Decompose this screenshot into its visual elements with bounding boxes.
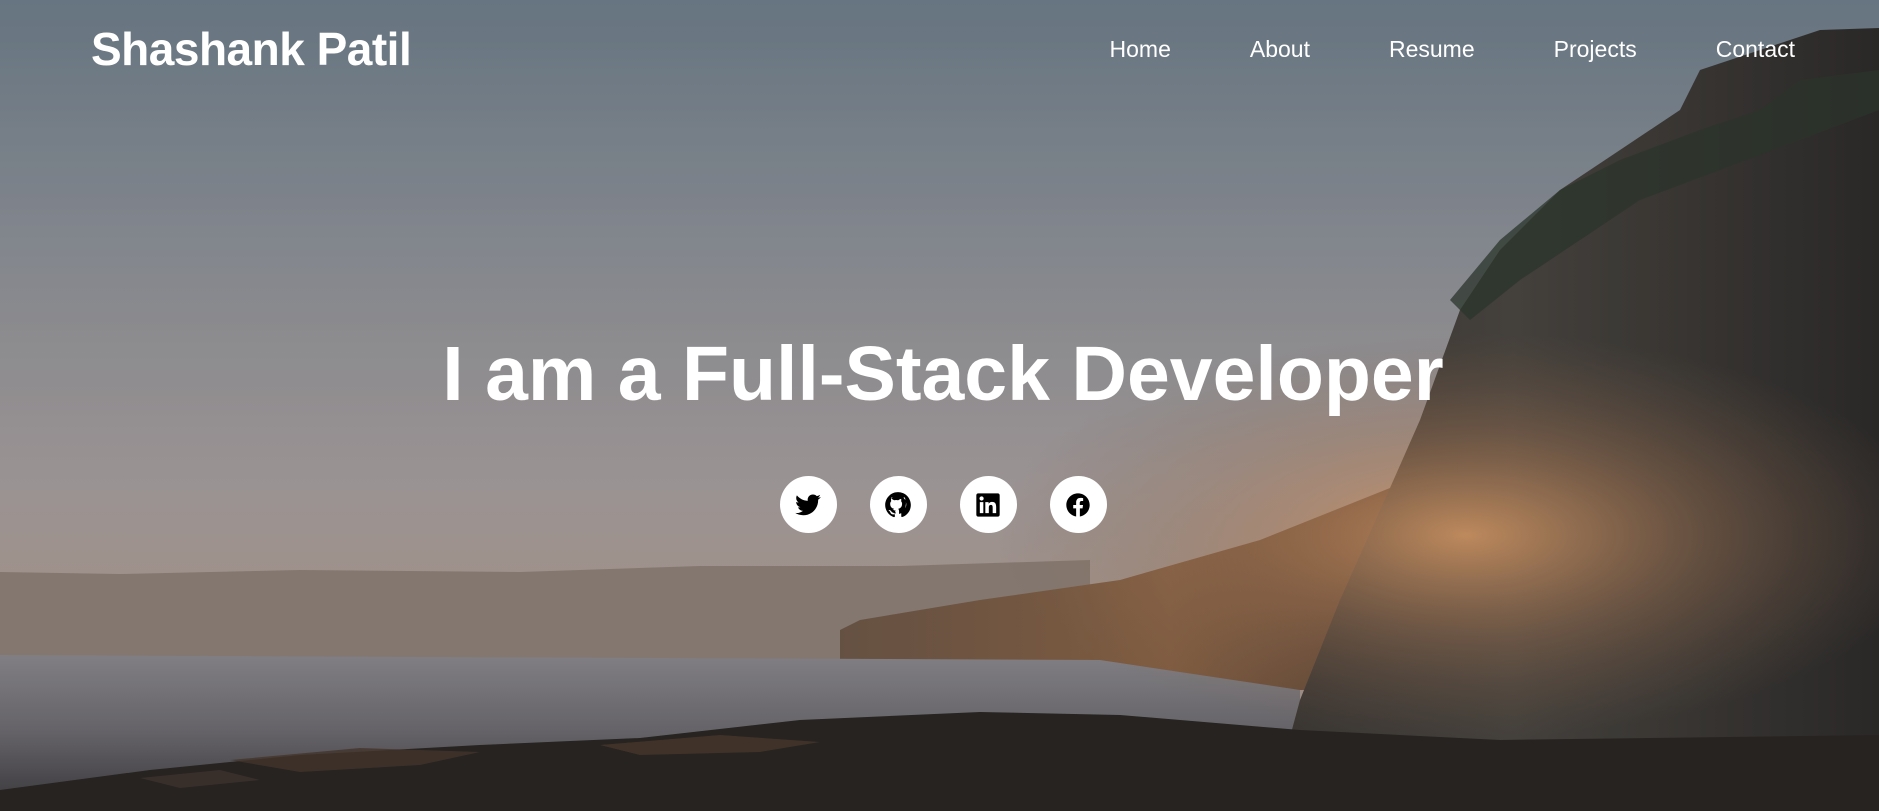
navbar: Shashank Patil Home About Resume Project… — [0, 0, 1879, 104]
twitter-icon — [795, 494, 821, 515]
hero-headline: I am a Full-Stack Developer — [442, 331, 1444, 417]
github-icon — [885, 491, 911, 517]
social-links — [0, 476, 1879, 533]
hero-section: Shashank Patil Home About Resume Project… — [0, 0, 1879, 811]
facebook-link[interactable] — [1049, 476, 1107, 533]
linkedin-icon — [976, 492, 1000, 517]
nav-link-projects[interactable]: Projects — [1554, 36, 1637, 63]
linkedin-link[interactable] — [959, 476, 1017, 533]
nav-menu: Home About Resume Projects Contact — [1031, 36, 1795, 63]
nav-link-home[interactable]: Home — [1110, 36, 1171, 63]
nav-link-resume[interactable]: Resume — [1389, 36, 1475, 63]
nav-link-contact[interactable]: Contact — [1716, 36, 1795, 63]
brand-logo-text[interactable]: Shashank Patil — [91, 22, 412, 76]
github-link[interactable] — [869, 476, 927, 533]
nav-link-about[interactable]: About — [1250, 36, 1310, 63]
facebook-icon — [1066, 492, 1090, 517]
twitter-link[interactable] — [779, 476, 837, 533]
